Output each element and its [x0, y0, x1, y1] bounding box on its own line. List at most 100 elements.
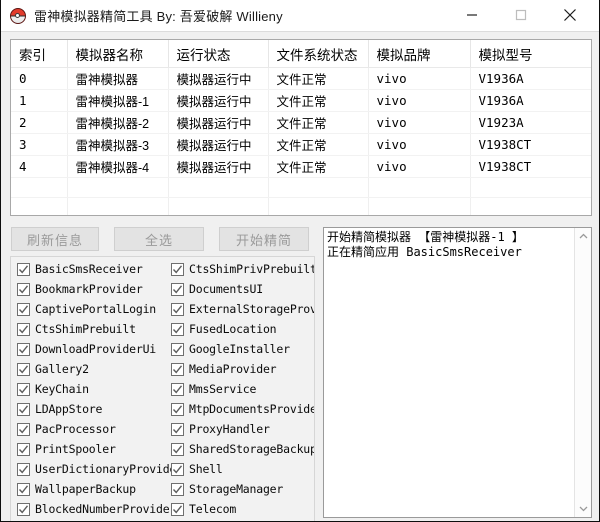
checklist-item[interactable]: ExternalStorageProvider [171, 299, 314, 319]
cell-empty [368, 197, 471, 215]
checklist-item[interactable]: MtpDocumentsProvider [171, 399, 314, 419]
checklist-item-label: MediaProvider [189, 362, 277, 376]
log-scrollbar[interactable] [574, 228, 591, 517]
refresh-button[interactable]: 刷新信息 [11, 227, 99, 251]
checkbox[interactable] [171, 402, 184, 416]
checkbox[interactable] [171, 482, 184, 496]
check-icon [18, 484, 29, 493]
table-row[interactable]: 1 雷神模拟器-1 模拟器运行中 文件正常 vivo V1936A [11, 89, 591, 112]
checkbox[interactable] [17, 262, 30, 276]
column-header-fs-status[interactable]: 文件系统状态 [268, 40, 369, 68]
checkbox[interactable] [171, 442, 184, 456]
column-header-model[interactable]: 模拟型号 [470, 40, 591, 68]
checklist-item[interactable]: DocumentsUI [171, 279, 314, 299]
checklist-item[interactable]: CtsShimPrivPrebuilt [171, 259, 314, 279]
checklist-item[interactable]: CaptivePortalLogin [17, 299, 169, 319]
column-header-brand[interactable]: 模拟品牌 [368, 40, 471, 68]
checklist-item-label: ExternalStorageProvider [189, 302, 314, 316]
cell-run-status: 模拟器运行中 [168, 133, 269, 156]
column-header-name[interactable]: 模拟器名称 [67, 40, 169, 68]
checkbox[interactable] [171, 462, 184, 476]
checklist-item[interactable]: PacProcessor [17, 419, 169, 439]
checkbox[interactable] [171, 262, 184, 276]
checkbox[interactable] [17, 482, 30, 496]
checklist-item-label: CaptivePortalLogin [35, 302, 157, 316]
log-panel[interactable]: 开始精简模拟器 【雷神模拟器-1 】 正在精简应用 BasicSmsReceiv… [323, 227, 592, 518]
checklist-item-label: FusedLocation [189, 322, 277, 336]
close-button[interactable] [547, 0, 593, 30]
cell-index: 4 [11, 155, 68, 178]
app-checklist-panel: BasicSmsReceiver BookmarkProvider CaptiveP… [10, 256, 315, 521]
checklist-item[interactable]: FusedLocation [171, 319, 314, 339]
checklist-item[interactable]: SharedStorageBackup [171, 439, 314, 459]
cell-empty [268, 177, 369, 198]
checklist-item[interactable]: MmsService [171, 379, 314, 399]
cell-fs-status: 文件正常 [268, 133, 369, 156]
checkbox[interactable] [17, 322, 30, 336]
checklist-item[interactable]: BasicSmsReceiver [17, 259, 169, 279]
close-icon [564, 9, 576, 21]
check-icon [18, 404, 29, 413]
cell-run-status: 模拟器运行中 [168, 155, 269, 178]
select-all-button[interactable]: 全选 [114, 227, 204, 251]
checklist-item-label: GoogleInstaller [189, 342, 290, 356]
checkbox[interactable] [17, 382, 30, 396]
checklist-item[interactable]: StorageManager [171, 479, 314, 499]
scroll-down-button[interactable] [575, 500, 591, 517]
table-row[interactable]: 4 雷神模拟器-4 模拟器运行中 文件正常 vivo V1938CT [11, 155, 591, 178]
checkbox[interactable] [17, 502, 30, 516]
checkbox[interactable] [171, 302, 184, 316]
checklist-item[interactable]: LDAppStore [17, 399, 169, 419]
checkbox[interactable] [171, 362, 184, 376]
checkbox[interactable] [17, 362, 30, 376]
checkbox[interactable] [171, 342, 184, 356]
checklist-item[interactable]: BookmarkProvider [17, 279, 169, 299]
table-row-empty[interactable] [11, 177, 591, 198]
checklist-item[interactable]: ProxyHandler [171, 419, 314, 439]
cell-empty [11, 197, 68, 215]
column-header-run-status[interactable]: 运行状态 [168, 40, 269, 68]
checkbox[interactable] [171, 382, 184, 396]
minimize-button[interactable] [449, 0, 495, 30]
window-title: 雷神模拟器精简工具 By: 吾爱破解 Willieny [34, 9, 283, 24]
checklist-item[interactable]: WallpaperBackup [17, 479, 169, 499]
scroll-up-button[interactable] [575, 228, 591, 245]
checklist-item[interactable]: GoogleInstaller [171, 339, 314, 359]
checkbox[interactable] [171, 502, 184, 516]
checkbox[interactable] [17, 422, 30, 436]
table-row-empty[interactable] [11, 197, 591, 215]
checklist-item[interactable]: MediaProvider [171, 359, 314, 379]
checklist-item[interactable]: Shell [171, 459, 314, 479]
checkbox[interactable] [171, 322, 184, 336]
cell-run-status: 模拟器运行中 [168, 111, 269, 134]
checklist-column-left: BasicSmsReceiver BookmarkProvider CaptiveP… [17, 259, 183, 521]
checklist-item[interactable]: DownloadProviderUi [17, 339, 169, 359]
checklist-item[interactable]: KeyChain [17, 379, 169, 399]
checklist-item[interactable]: Telecom [171, 499, 314, 519]
checklist-item[interactable]: UserDictionaryProvider [17, 459, 183, 479]
checkbox[interactable] [17, 342, 30, 356]
checklist-item[interactable]: CtsShimPrebuilt [17, 319, 169, 339]
cell-model: V1938CT [470, 133, 591, 156]
checkbox[interactable] [171, 422, 184, 436]
log-text: 开始精简模拟器 【雷神模拟器-1 】 正在精简应用 BasicSmsReceiv… [327, 230, 524, 259]
maximize-button[interactable] [498, 0, 544, 30]
checklist-item-label: WallpaperBackup [35, 482, 136, 496]
checklist-item[interactable]: BlockedNumberProvider [17, 499, 176, 519]
checkbox[interactable] [17, 302, 30, 316]
cell-empty [268, 197, 369, 215]
start-trim-button[interactable]: 开始精简 [219, 227, 309, 251]
table-row[interactable]: 2 雷神模拟器-2 模拟器运行中 文件正常 vivo V1923A [11, 111, 591, 134]
cell-run-status: 模拟器运行中 [168, 89, 269, 112]
table-row[interactable]: 3 雷神模拟器-3 模拟器运行中 文件正常 vivo V1938CT [11, 133, 591, 156]
table-row[interactable]: 0 雷神模拟器 模拟器运行中 文件正常 vivo V1936A [11, 67, 591, 90]
checkbox[interactable] [171, 282, 184, 296]
checklist-item[interactable]: Gallery2 [17, 359, 169, 379]
checkbox[interactable] [17, 442, 30, 456]
checkbox[interactable] [17, 282, 30, 296]
emulator-table[interactable]: 索引 模拟器名称 运行状态 文件系统状态 模拟品牌 模拟型号 0 雷神模拟器 模拟器… [10, 39, 592, 216]
column-header-index[interactable]: 索引 [11, 40, 68, 68]
checkbox[interactable] [17, 462, 30, 476]
checkbox[interactable] [17, 402, 30, 416]
checklist-item[interactable]: PrintSpooler [17, 439, 169, 459]
